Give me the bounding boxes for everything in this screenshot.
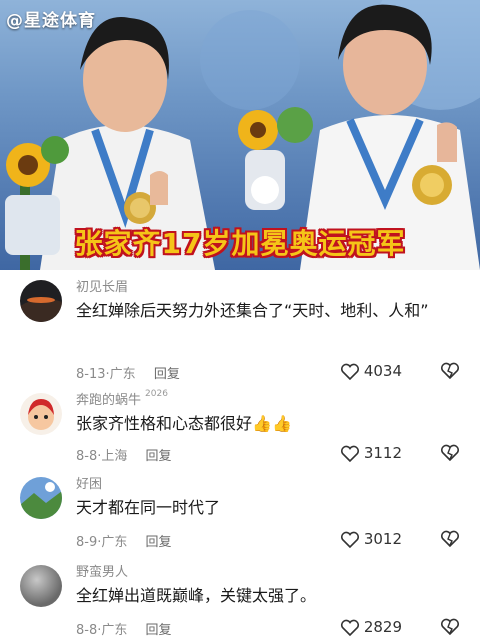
comment-location: 上海 bbox=[101, 449, 128, 464]
heart-outline-icon bbox=[340, 363, 359, 380]
like-button[interactable]: 4034 bbox=[340, 362, 402, 381]
comment-item: 好困 天才都在同一时代了 8-9·广东 回复 3012 bbox=[0, 467, 480, 555]
comment-date: 8-8 bbox=[76, 623, 98, 638]
dislike-button[interactable] bbox=[440, 618, 460, 640]
video-headline: 张家齐17岁加冕奥运冠军 bbox=[74, 227, 406, 260]
comment-meta: 8-13·广东 回复 bbox=[76, 367, 180, 382]
comment-date: 8-8 bbox=[76, 449, 98, 464]
username[interactable]: 好困 bbox=[76, 473, 102, 492]
center-bouquet-icon bbox=[238, 107, 313, 210]
landscape-avatar-icon[interactable] bbox=[20, 477, 62, 519]
like-count: 3012 bbox=[363, 530, 402, 548]
comment-location: 广东 bbox=[109, 367, 136, 382]
comment-text: 全红婵除后天努力外还集合了“天时、地利、人和” bbox=[76, 301, 429, 320]
like-button[interactable]: 2829 bbox=[340, 618, 402, 637]
comment-list: 初见长眉 全红婵除后天努力外还集合了“天时、地利、人和” 8-13·广东 回复 … bbox=[0, 270, 480, 640]
dislike-button[interactable] bbox=[440, 444, 460, 466]
heart-outline-icon bbox=[340, 619, 359, 636]
dislike-button[interactable] bbox=[440, 530, 460, 552]
heart-outline-icon bbox=[340, 445, 359, 462]
username-text: 野蛮男人 bbox=[76, 565, 129, 580]
username-text: 初见长眉 bbox=[76, 280, 129, 295]
cartoon-avatar-icon[interactable] bbox=[20, 393, 62, 435]
broken-heart-icon bbox=[440, 444, 460, 462]
like-button[interactable]: 3012 bbox=[340, 530, 402, 549]
comment-item: 初见长眉 全红婵除后天努力外还集合了“天时、地利、人和” 8-13·广东 回复 … bbox=[0, 270, 480, 383]
comment-meta: 8-8·广东 回复 bbox=[76, 623, 172, 638]
reply-button[interactable]: 回复 bbox=[146, 623, 172, 638]
like-count: 2829 bbox=[363, 618, 402, 636]
comment-meta: 8-9·广东 回复 bbox=[76, 535, 172, 550]
heart-outline-icon bbox=[340, 531, 359, 548]
reply-button[interactable]: 回复 bbox=[146, 449, 172, 464]
comment-date: 8-13 bbox=[76, 367, 106, 382]
broken-heart-icon bbox=[440, 362, 460, 380]
reply-button[interactable]: 回复 bbox=[154, 367, 180, 382]
comment-text: 天才都在同一时代了 bbox=[76, 498, 221, 517]
comment-date: 8-9 bbox=[76, 535, 98, 550]
comment-location: 广东 bbox=[101, 535, 128, 550]
gray-avatar-icon[interactable] bbox=[20, 565, 62, 607]
sunset-avatar-icon[interactable] bbox=[20, 280, 62, 322]
user-badge: 2026 bbox=[145, 389, 168, 399]
thumbs-up-icon: 👍👍 bbox=[252, 414, 292, 433]
username[interactable]: 初见长眉 bbox=[76, 276, 128, 295]
comment-text: 张家齐性格和心态都很好👍👍 bbox=[76, 414, 292, 433]
like-count: 4034 bbox=[363, 362, 402, 380]
comment-item: 奔跑的蜗牛 2026 张家齐性格和心态都很好👍👍 8-8·上海 回复 3112 bbox=[0, 383, 480, 467]
broken-heart-icon bbox=[440, 618, 460, 636]
comment-location: 广东 bbox=[101, 623, 128, 638]
username[interactable]: 野蛮男人 bbox=[76, 561, 128, 580]
video-thumbnail[interactable]: @星途体育 张家齐17岁加冕奥运冠军 bbox=[0, 0, 480, 270]
username-text: 奔跑的蜗牛 bbox=[76, 393, 142, 408]
comment-text: 全红婵出道既巅峰，关键太强了。 bbox=[76, 586, 317, 605]
comment-item: 野蛮男人 全红婵出道既巅峰，关键太强了。 8-8·广东 回复 2829 bbox=[0, 555, 480, 640]
dislike-button[interactable] bbox=[440, 362, 460, 384]
comment-meta: 8-8·上海 回复 bbox=[76, 449, 172, 464]
watermark-text: @星途体育 bbox=[6, 11, 96, 31]
broken-heart-icon bbox=[440, 530, 460, 548]
username[interactable]: 奔跑的蜗牛 2026 bbox=[76, 389, 168, 408]
reply-button[interactable]: 回复 bbox=[146, 535, 172, 550]
like-button[interactable]: 3112 bbox=[340, 444, 402, 463]
like-count: 3112 bbox=[363, 444, 402, 462]
username-text: 好困 bbox=[76, 477, 103, 492]
